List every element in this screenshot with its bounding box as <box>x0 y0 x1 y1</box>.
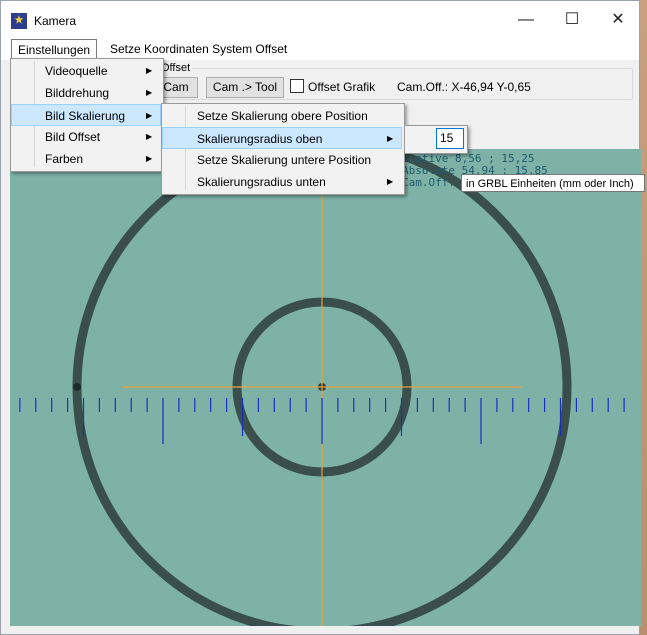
menu-item-setze-skalierung-unten[interactable]: Setze Skalierung untere Position <box>162 149 402 171</box>
cam-to-tool-button[interactable]: Cam .> Tool <box>206 77 284 98</box>
menu-item-label: Skalierungsradius unten <box>197 175 326 189</box>
window-title: Kamera <box>34 14 77 28</box>
app-icon: ★ <box>11 13 27 29</box>
menu-bar: Einstellungen Setze Koordinaten System O… <box>1 39 639 60</box>
left-mark <box>73 383 81 391</box>
menu-item-label: Skalierungsradius oben <box>197 132 323 146</box>
menu-item-label: Bilddrehung <box>45 86 110 100</box>
radius-oben-input[interactable]: 15 <box>436 128 464 149</box>
menu-item-videoquelle[interactable]: Videoquelle ▶ <box>11 60 161 82</box>
skalierung-submenu: Setze Skalierung obere Position Skalieru… <box>161 103 405 195</box>
maximize-button[interactable]: ☐ <box>549 1 595 39</box>
menu-item-skalierungsradius-unten[interactable]: Skalierungsradius unten ▶ <box>162 171 402 193</box>
overlay-cam-off-text: Cam.Off. <box>402 176 455 189</box>
camera-view[interactable]: elative 8,56 ; 15,25 Absolute 54,94 ; 15… <box>10 149 641 626</box>
submenu-arrow-icon: ▶ <box>387 134 394 143</box>
menu-item-label: Farben <box>45 152 84 166</box>
submenu-arrow-icon: ▶ <box>146 88 153 97</box>
menu-item-bild-skalierung[interactable]: Bild Skalierung ▶ <box>11 104 161 126</box>
minimize-button[interactable]: — <box>503 1 549 39</box>
menu-item-skalierungsradius-oben[interactable]: Skalierungsradius oben ▶ <box>162 127 402 149</box>
submenu-arrow-icon: ▶ <box>146 154 153 163</box>
menu-koordinaten-offset[interactable]: Setze Koordinaten System Offset <box>104 39 293 59</box>
menu-item-farben[interactable]: Farben ▶ <box>11 148 161 170</box>
offset-grafik-checkbox[interactable] <box>290 79 304 93</box>
menu-item-label: Bild Skalierung <box>45 109 126 123</box>
submenu-arrow-icon: ▶ <box>387 177 394 186</box>
camera-image <box>10 149 641 626</box>
cam-offset-readout: Cam.Off.: X-46,94 Y-0,65 <box>397 80 531 94</box>
offset-grafik-label: Offset Grafik <box>308 80 376 94</box>
tooltip: in GRBL Einheiten (mm oder Inch) <box>461 174 645 192</box>
title-bar[interactable]: ★ Kamera — ☐ ✕ <box>1 1 639 39</box>
menu-item-label: Setze Skalierung untere Position <box>197 153 372 167</box>
menu-item-label: Bild Offset <box>45 130 101 144</box>
close-button[interactable]: ✕ <box>595 1 641 39</box>
submenu-arrow-icon: ▶ <box>146 66 153 75</box>
submenu-arrow-icon: ▶ <box>146 132 153 141</box>
submenu-arrow-icon: ▶ <box>146 111 153 120</box>
menu-item-setze-skalierung-oben[interactable]: Setze Skalierung obere Position <box>162 105 402 127</box>
einstellungen-dropdown: Videoquelle ▶ Bilddrehung ▶ Bild Skalier… <box>10 58 164 172</box>
menu-item-bilddrehung[interactable]: Bilddrehung ▶ <box>11 82 161 104</box>
menu-einstellungen[interactable]: Einstellungen <box>11 39 98 60</box>
menu-item-label: Setze Skalierung obere Position <box>197 109 368 123</box>
menu-item-bild-offset[interactable]: Bild Offset ▶ <box>11 126 161 148</box>
menu-item-label: Videoquelle <box>45 64 108 78</box>
